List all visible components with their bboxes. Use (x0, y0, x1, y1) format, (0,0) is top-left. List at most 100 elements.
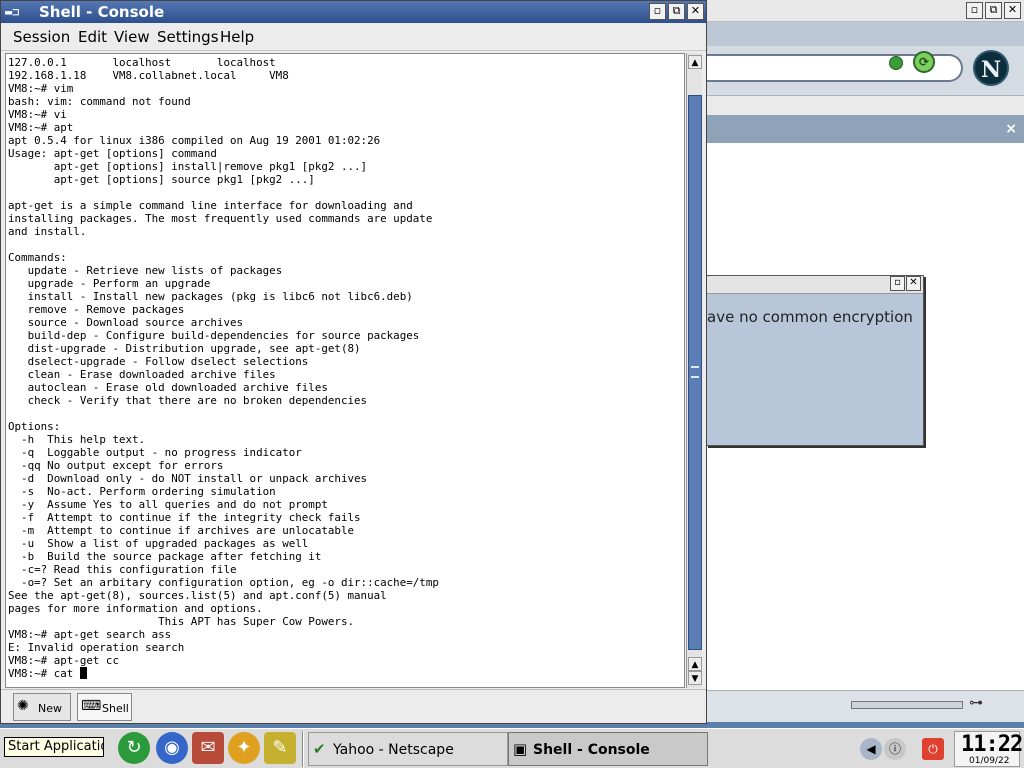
tab-shell-label: Shell (102, 702, 129, 715)
scroll-up-icon[interactable]: ▲ (688, 55, 702, 69)
tab-shell[interactable]: ⌨ Shell (77, 693, 132, 721)
console-minimize-button[interactable]: ▫ (649, 3, 666, 20)
terminal-line: source - Download source archives (8, 316, 244, 329)
terminal-line: clean - Erase downloaded archive files (8, 368, 276, 381)
menu-settings[interactable]: Settings (157, 28, 219, 46)
terminal-line: VM8:~# apt-get cc (8, 654, 119, 667)
netscape-maximize-button[interactable]: ▫ (966, 2, 983, 19)
console-close-button[interactable]: ✕ (687, 3, 704, 20)
clock-date: 01/09/22 (969, 756, 1010, 766)
terminal-line: dselect-upgrade - Follow dselect selecti… (8, 355, 309, 368)
terminal-line: bash: vim: command not found (8, 95, 191, 108)
terminal-line: install - Install new packages (pkg is l… (8, 290, 413, 303)
task-shell-console[interactable]: ▣ Shell - Console (508, 732, 708, 766)
terminal-line: Usage: apt-get [options] command (8, 147, 217, 160)
terminal-line: -c=? Read this configuration file (8, 563, 237, 576)
dialog-message: ave no common encryption (707, 308, 913, 326)
terminal-line: and install. (8, 225, 87, 238)
window-title: Shell - Console (39, 3, 165, 21)
terminal-line: VM8:~# vi (8, 108, 67, 121)
console-maximize-button[interactable]: ⧉ (668, 3, 685, 20)
netscape-restore-button[interactable]: ⧉ (985, 2, 1002, 19)
user-help-icon[interactable]: ✦ (228, 732, 260, 764)
dialog-close-button[interactable]: ✕ (906, 276, 921, 291)
power-icon[interactable]: ⏻ (922, 738, 944, 760)
scrollbar-grip (691, 366, 699, 378)
netscape-toolbar: ⟳ N (701, 46, 1024, 96)
klipper-icon[interactable]: ⓘ (884, 738, 906, 760)
scrollbar-thumb[interactable] (688, 95, 702, 650)
terminal-line: -qq No output except for errors (8, 459, 224, 472)
scroll-down-icon[interactable]: ▼ (688, 671, 702, 685)
new-session-button[interactable]: ✺ New (13, 693, 71, 721)
terminal-line: -d Download only - do NOT install or unp… (8, 472, 368, 485)
search-go-icon[interactable]: ⟳ (913, 51, 935, 73)
terminal-line: -m Attempt to continue if archives are u… (8, 524, 355, 537)
terminal-scrollbar[interactable]: ▲ ▲ ▼ (686, 53, 702, 688)
sidebar-close-icon[interactable]: × (1005, 121, 1017, 137)
console-icon: ▣ (513, 740, 528, 758)
terminal-line: 127.0.0.1 localhost localhost (8, 56, 276, 69)
session-tabbar: ✺ New ⌨ Shell (1, 689, 706, 723)
connection-plug-icon: ⊶ (969, 695, 983, 711)
menu-session[interactable]: Session (13, 28, 70, 46)
terminal-line: pages for more information and options. (8, 602, 263, 615)
terminal-output: 127.0.0.1 localhost localhost 192.168.1.1… (8, 56, 439, 680)
terminal-line: check - Verify that there are no broken … (8, 394, 368, 407)
console-titlebar[interactable]: ▬⊐ Shell - Console ▫ ⧉ ✕ (1, 1, 706, 23)
terminal-line: -f Attempt to continue if the integrity … (8, 511, 361, 524)
dialog-maximize-button[interactable]: ▫ (890, 276, 905, 291)
netscape-close-button[interactable]: ✕ (1004, 2, 1021, 19)
text-cursor (79, 667, 87, 679)
terminal-line: VM8:~# apt-get search ass (8, 628, 172, 641)
mail-icon[interactable]: ✉ (192, 732, 224, 764)
clock[interactable]: 11:22 01/09/22 (954, 731, 1023, 767)
terminal-line: -q Loggable output - no progress indicat… (8, 446, 302, 459)
volume-icon[interactable]: ◀ (860, 738, 882, 760)
prompt-text: VM8:~# cat (8, 667, 80, 680)
menu-view[interactable]: View (114, 28, 150, 46)
clock-time: 11:22 (961, 732, 1023, 757)
terminal-line: -s No-act. Perform ordering simulation (8, 485, 276, 498)
dialog-titlebar[interactable]: ▫ ✕ (707, 276, 923, 294)
netscape-icon: ✔ (313, 740, 326, 758)
terminal-line: See the apt-get(8), sources.list(5) and … (8, 589, 387, 602)
terminal-line: This APT has Super Cow Powers. (8, 615, 355, 628)
taskbar-separator (302, 731, 304, 767)
terminal-line: build-dep - Configure build-dependencies… (8, 329, 420, 342)
shell-icon: ⌨ (81, 698, 102, 714)
scroll-up-bottom-icon[interactable]: ▲ (688, 657, 702, 671)
netscape-titlebar[interactable]: ▫ ⧉ ✕ (701, 0, 1024, 22)
terminal-line: remove - Remove packages (8, 303, 185, 316)
window-menu-icon[interactable]: ▬⊐ (5, 5, 19, 19)
terminal-line: -y Assume Yes to all queries and do not … (8, 498, 328, 511)
terminal-prompt-line: VM8:~# cat (8, 667, 439, 680)
terminal-line: dist-upgrade - Distribution upgrade, see… (8, 342, 361, 355)
browser-globe-icon[interactable]: ◉ (156, 732, 188, 764)
terminal-line: installing packages. The most frequently… (8, 212, 433, 225)
taskbar: ↻ ◉ ✉ ✦ ✎ Start Application ✔ Yahoo - Ne… (0, 728, 1024, 768)
security-status-icon[interactable] (889, 56, 903, 70)
task-yahoo-netscape[interactable]: ✔ Yahoo - Netscape (308, 732, 508, 766)
kde-menu-icon[interactable]: ↻ (118, 732, 150, 764)
terminal-line: E: Invalid operation search (8, 641, 185, 654)
terminal-line: apt-get [options] install|remove pkg1 [p… (8, 160, 368, 173)
terminal-line: apt-get is a simple command line interfa… (8, 199, 413, 212)
system-tray: ◀ ⓘ ⏻ 11:22 01/09/22 (850, 731, 1023, 767)
netscape-logo-icon[interactable]: N (973, 50, 1009, 86)
terminal-line: -u Show a list of upgraded packages as w… (8, 537, 309, 550)
menu-edit[interactable]: Edit (78, 28, 107, 46)
terminal-line: apt 0.5.4 for linux i386 compiled on Aug… (8, 134, 381, 147)
start-application-tooltip: Start Application (4, 737, 104, 757)
terminal-area[interactable]: 127.0.0.1 localhost localhost 192.168.1.1… (5, 53, 685, 688)
netscape-sidebar-header: × (701, 115, 1024, 143)
menu-help[interactable]: Help (220, 28, 254, 46)
terminal-line: VM8:~# vim (8, 82, 74, 95)
netscape-statusbar: ⊶ (701, 690, 1024, 722)
editor-icon[interactable]: ✎ (264, 732, 296, 764)
terminal-line: -h This help text. (8, 433, 146, 446)
shell-console-window: ▬⊐ Shell - Console ▫ ⧉ ✕ Session Edit Vi… (0, 0, 707, 724)
